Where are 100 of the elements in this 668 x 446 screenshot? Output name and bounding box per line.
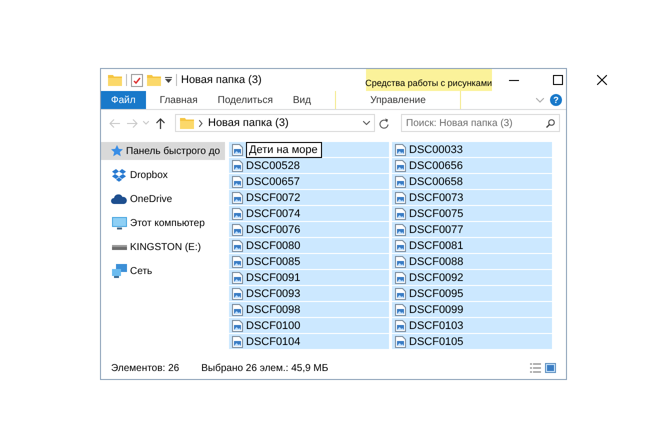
file-item[interactable]: DSCF0088 — [392, 254, 552, 270]
file-item[interactable]: DSC00658 — [392, 174, 552, 190]
file-name[interactable]: DSCF0085 — [246, 256, 300, 268]
image-file-icon — [232, 240, 243, 252]
file-item[interactable]: DSC00656 — [392, 158, 552, 174]
file-item[interactable]: DSCF0075 — [392, 206, 552, 222]
refresh-icon[interactable] — [379, 118, 389, 128]
file-name[interactable]: DSCF0080 — [246, 240, 300, 252]
file-name[interactable]: DSCF0105 — [409, 336, 464, 348]
file-item[interactable]: DSCF0092 — [392, 270, 552, 286]
image-file-icon — [395, 192, 406, 204]
file-item[interactable]: DSCF0104 — [229, 334, 389, 350]
cloud-icon — [111, 194, 127, 204]
file-item[interactable]: DSC00033 — [392, 142, 552, 158]
details-view-icon[interactable] — [530, 363, 541, 373]
file-name[interactable]: DSCF0095 — [409, 288, 464, 300]
nav-item[interactable]: OneDrive — [101, 190, 225, 208]
image-file-icon — [232, 208, 243, 220]
file-item[interactable]: DSCF0077 — [392, 222, 552, 238]
close-icon[interactable] — [596, 75, 607, 85]
file-item[interactable]: DSCF0073 — [392, 190, 552, 206]
file-name[interactable]: DSC00658 — [409, 176, 463, 188]
file-name[interactable]: DSCF0104 — [246, 336, 300, 348]
help-button[interactable]: ? — [550, 94, 562, 106]
ribbon-tab[interactable]: Вид — [282, 91, 321, 109]
file-item[interactable]: DSCF0091 — [229, 270, 389, 286]
file-name[interactable]: DSCF0103 — [409, 320, 464, 332]
selection-info: Выбрано 26 элем.: 45,9 МБ — [201, 362, 328, 374]
file-name[interactable]: DSCF0072 — [246, 192, 300, 204]
image-file-icon — [395, 320, 406, 332]
image-file-icon — [232, 336, 243, 348]
ribbon-tab[interactable]: Главная — [150, 91, 208, 109]
file-name[interactable]: DSCF0081 — [409, 240, 464, 252]
file-name[interactable]: DSCF0074 — [246, 208, 300, 220]
image-file-icon — [395, 160, 406, 172]
search-field[interactable]: Поиск: Новая папка (3) — [401, 114, 560, 132]
nav-item[interactable]: Этот компьютер — [101, 214, 225, 232]
file-item[interactable]: DSC00657 — [229, 174, 389, 190]
item-count: Элементов: 26 — [111, 362, 180, 374]
file-item[interactable]: DSCF0080 — [229, 238, 389, 254]
ribbon-tab[interactable]: Поделиться — [208, 91, 283, 109]
search-icon[interactable] — [546, 118, 555, 128]
file-name[interactable]: DSCF0076 — [246, 224, 300, 236]
file-name[interactable]: DSC00656 — [409, 160, 463, 172]
file-item[interactable]: DSCF0095 — [392, 286, 552, 302]
nav-item[interactable]: KINGSTON (E:) — [101, 238, 225, 256]
file-name[interactable]: DSCF0075 — [409, 208, 464, 220]
chevron-down-icon[interactable] — [363, 121, 370, 125]
file-item[interactable]: Дети на море — [229, 142, 389, 158]
nav-item[interactable]: Панель быстрого до — [101, 142, 225, 160]
address-bar[interactable]: Новая папка (3) — [175, 114, 375, 132]
file-item[interactable]: DSCF0100 — [229, 318, 389, 334]
drive-icon — [112, 243, 126, 251]
address-path: Новая папка (3) — [208, 117, 289, 129]
image-file-icon — [395, 144, 406, 156]
dropdown-icon[interactable] — [165, 77, 172, 83]
file-name[interactable]: DSCF0093 — [246, 288, 300, 300]
file-name[interactable]: DSCF0092 — [409, 272, 464, 284]
large-icons-view-icon[interactable] — [545, 363, 556, 373]
file-item[interactable]: DSCF0074 — [229, 206, 389, 222]
file-name[interactable]: DSC00528 — [246, 160, 300, 172]
file-item[interactable]: DSCF0076 — [229, 222, 389, 238]
rename-field[interactable]: Дети на море — [246, 142, 322, 158]
image-file-icon — [232, 256, 243, 268]
file-name[interactable]: DSC00657 — [246, 176, 300, 188]
maximize-icon[interactable] — [552, 75, 563, 85]
image-file-icon — [395, 304, 406, 316]
up-arrow-icon[interactable] — [156, 118, 164, 128]
file-menu-button[interactable]: Файл — [101, 91, 146, 109]
file-item[interactable]: DSCF0072 — [229, 190, 389, 206]
file-name[interactable]: DSCF0091 — [246, 272, 300, 284]
file-item[interactable]: DSCF0081 — [392, 238, 552, 254]
file-item[interactable]: DSC00528 — [229, 158, 389, 174]
network-icon — [112, 264, 126, 278]
file-item[interactable]: DSCF0105 — [392, 334, 552, 350]
nav-item[interactable]: Сеть — [101, 262, 225, 280]
file-name[interactable]: DSCF0100 — [246, 320, 300, 332]
monitor-icon — [112, 216, 126, 230]
image-file-icon — [395, 336, 406, 348]
file-name[interactable]: DSCF0077 — [409, 224, 464, 236]
image-file-icon — [232, 272, 243, 284]
file-item[interactable]: DSCF0099 — [392, 302, 552, 318]
image-file-icon — [232, 224, 243, 236]
file-name[interactable]: DSCF0073 — [409, 192, 464, 204]
nav-item[interactable]: Dropbox — [101, 166, 225, 184]
image-file-icon — [232, 144, 243, 156]
file-name[interactable]: DSC00033 — [409, 144, 463, 156]
context-tab-header: Средства работы с рисунками — [366, 69, 492, 91]
file-item[interactable]: DSCF0093 — [229, 286, 389, 302]
file-name[interactable]: DSCF0088 — [409, 256, 464, 268]
file-name[interactable]: DSCF0099 — [409, 304, 464, 316]
file-item[interactable]: DSCF0098 — [229, 302, 389, 318]
image-file-icon — [395, 208, 406, 220]
properties-icon[interactable] — [131, 74, 143, 86]
image-file-icon — [395, 256, 406, 268]
file-name[interactable]: DSCF0098 — [246, 304, 300, 316]
file-item[interactable]: DSCF0103 — [392, 318, 552, 334]
ribbon-tab[interactable]: Управление — [334, 91, 461, 109]
file-item[interactable]: DSCF0085 — [229, 254, 389, 270]
image-file-icon — [395, 224, 406, 236]
